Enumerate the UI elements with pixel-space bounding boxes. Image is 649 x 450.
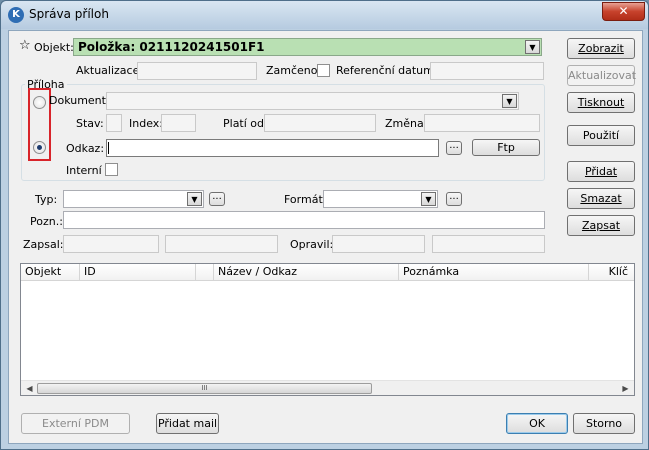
ftp-button[interactable]: Ftp <box>472 139 540 156</box>
typ-select[interactable]: ▼ <box>63 190 204 208</box>
format-label: Formát: <box>284 193 327 206</box>
plati-od-label: Platí od: <box>223 117 268 130</box>
storno-button[interactable]: Storno <box>573 413 635 434</box>
zamceno-label: Zamčeno: <box>266 64 322 77</box>
plati-od-field <box>264 114 376 132</box>
zmena-field <box>424 114 540 132</box>
zapsal-field-2 <box>165 235 278 253</box>
column-header-objekt[interactable]: Objekt <box>21 264 80 281</box>
tisknout-button[interactable]: Tisknout <box>567 92 635 113</box>
stav-field <box>106 114 122 132</box>
index-label: Index: <box>129 117 163 130</box>
window-title: Správa příloh <box>29 7 109 21</box>
horizontal-scrollbar[interactable]: ◀ III ▶ <box>21 380 634 395</box>
column-header-id[interactable]: ID <box>80 264 196 281</box>
text-cursor <box>108 142 109 154</box>
odkaz-label: Odkaz: <box>66 142 105 155</box>
star-icon: ☆ <box>19 38 31 53</box>
table-header: Objekt ID Název / Odkaz Poznámka Klíč <box>21 264 634 281</box>
referencni-datum-label: Referenční datum: <box>336 64 438 77</box>
ok-button[interactable]: OK <box>506 413 568 434</box>
app-icon: K <box>8 7 24 23</box>
aktualizace-field <box>137 62 257 80</box>
radio-selected-dot <box>37 145 42 150</box>
dialog-window: K Správa příloh ✕ ☆ Objekt: Položka: 021… <box>0 0 649 450</box>
column-header-poznamka[interactable]: Poznámka <box>399 264 589 281</box>
zmena-label: Změna: <box>385 117 428 130</box>
objekt-field[interactable]: Položka: 0211120241501F1 ▼ <box>73 38 542 56</box>
column-header-blank[interactable] <box>196 264 214 281</box>
chevron-down-icon[interactable]: ▼ <box>187 192 202 206</box>
attachments-table[interactable]: Objekt ID Název / Odkaz Poznámka Klíč ◀ … <box>20 263 635 396</box>
smazat-button[interactable]: Smazat <box>567 188 635 209</box>
pouziti-button[interactable]: Použití <box>567 125 635 146</box>
typ-browse-button[interactable]: ... <box>209 192 225 206</box>
opravil-field-2 <box>432 235 545 253</box>
close-button[interactable]: ✕ <box>602 2 645 21</box>
title-bar[interactable]: K Správa příloh ✕ <box>1 1 648 29</box>
zamceno-checkbox[interactable] <box>317 64 330 77</box>
opravil-label: Opravil: <box>290 238 334 251</box>
aktualizovat-button[interactable]: Aktualizovat <box>567 65 636 86</box>
pozn-input[interactable] <box>63 211 545 229</box>
column-header-nazev-odkaz[interactable]: Název / Odkaz <box>214 264 399 281</box>
zapsal-label: Zapsal: <box>23 238 64 251</box>
pridat-mail-button[interactable]: Přidat mail <box>156 413 219 434</box>
column-header-klic[interactable]: Klíč <box>589 264 634 281</box>
chevron-down-icon[interactable]: ▼ <box>502 94 517 108</box>
pridat-button[interactable]: Přidat <box>567 161 635 182</box>
scroll-right-icon[interactable]: ▶ <box>618 382 633 395</box>
scroll-left-icon[interactable]: ◀ <box>22 382 37 395</box>
dialog-client-area: ☆ Objekt: Položka: 0211120241501F1 ▼ Akt… <box>8 30 643 444</box>
format-browse-button[interactable]: ... <box>446 192 462 206</box>
stav-label: Stav: <box>76 117 104 130</box>
chevron-down-icon[interactable]: ▼ <box>421 192 436 206</box>
objekt-value: Položka: 0211120241501F1 <box>78 40 265 54</box>
chevron-down-icon[interactable]: ▼ <box>525 40 540 54</box>
opravil-field <box>332 235 425 253</box>
aktualizace-label: Aktualizace: <box>76 64 144 77</box>
odkaz-input[interactable] <box>106 139 439 157</box>
zapsal-field <box>63 235 159 253</box>
typ-label: Typ: <box>35 193 58 206</box>
pozn-label: Pozn.: <box>30 215 63 228</box>
referencni-datum-field <box>430 62 544 80</box>
format-select[interactable]: ▼ <box>323 190 438 208</box>
dokument-select[interactable]: ▼ <box>106 92 519 110</box>
zobrazit-button[interactable]: Zobrazit <box>567 38 635 59</box>
index-field <box>161 114 196 132</box>
scroll-thumb[interactable]: III <box>37 383 372 394</box>
interni-checkbox[interactable] <box>105 163 118 176</box>
externi-pdm-button[interactable]: Externí PDM <box>21 413 130 434</box>
odkaz-browse-button[interactable]: ... <box>446 141 462 155</box>
zapsat-button[interactable]: Zapsat <box>567 215 635 236</box>
dokument-label: Dokument: <box>49 94 110 107</box>
interni-label: Interní <box>66 164 102 177</box>
dokument-radio[interactable] <box>33 96 46 109</box>
objekt-label: Objekt: <box>34 41 74 54</box>
odkaz-radio[interactable] <box>33 141 46 154</box>
